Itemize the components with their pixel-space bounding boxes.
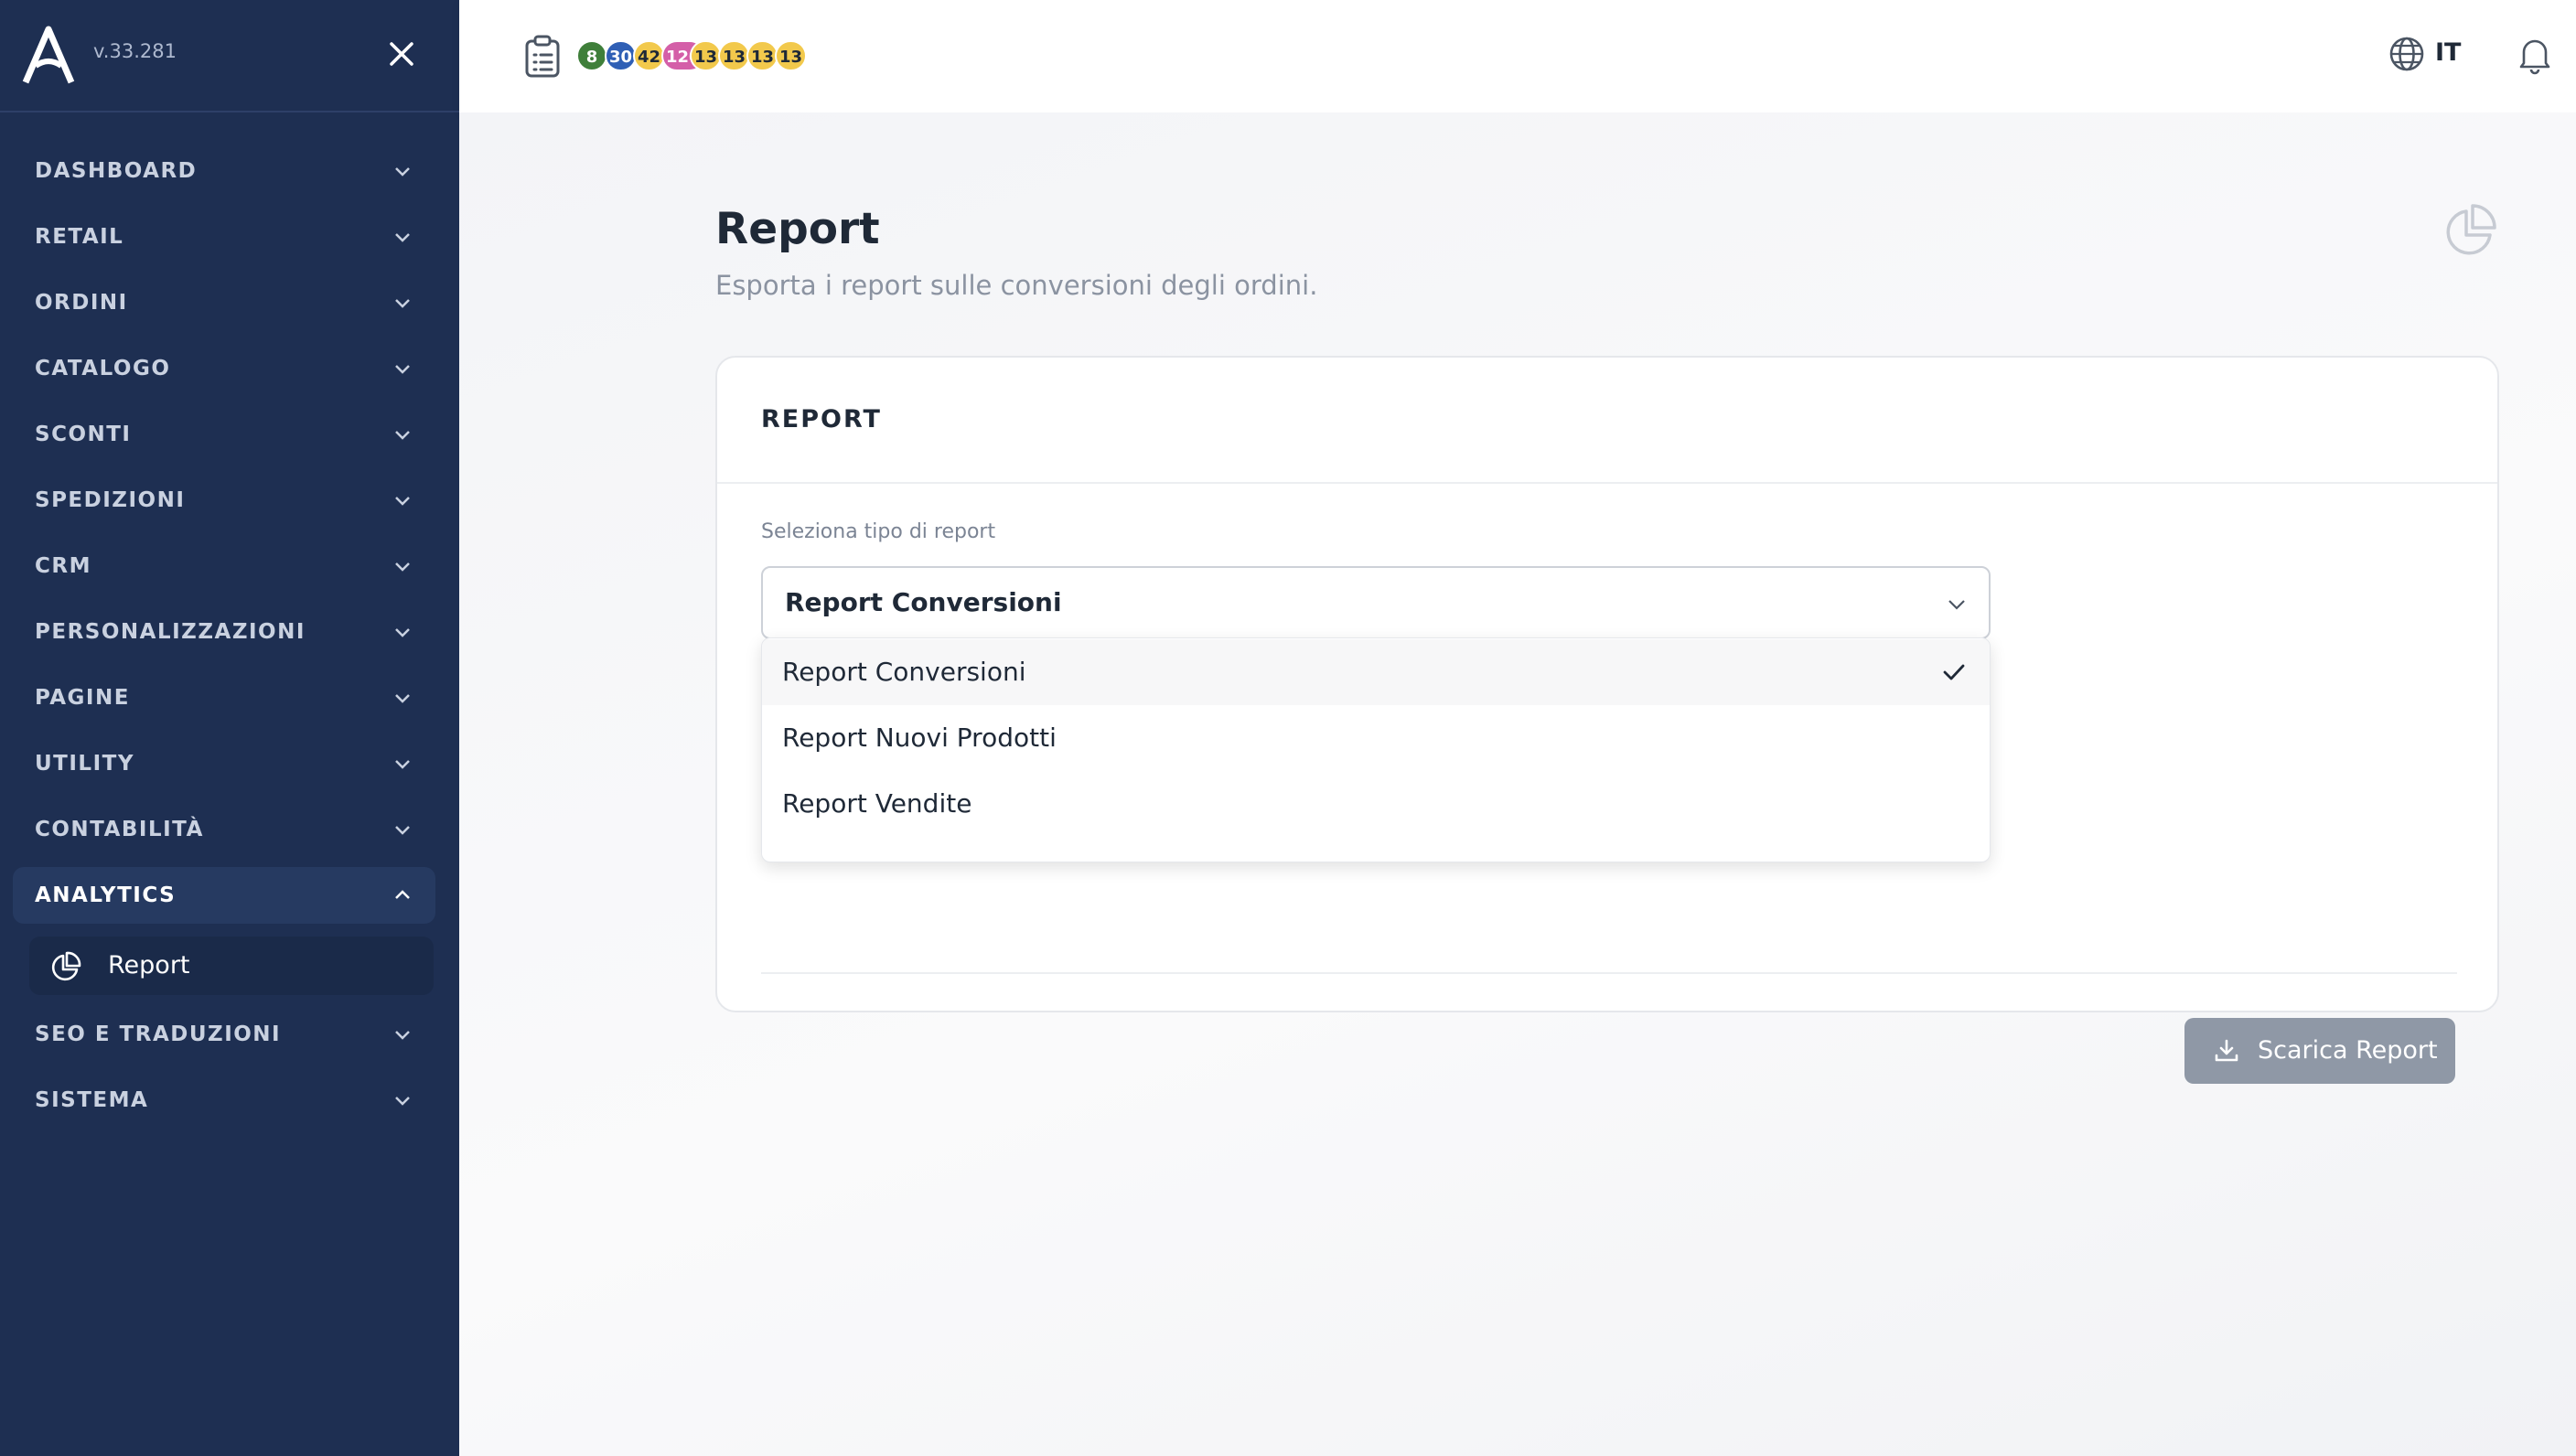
chevron-down-icon bbox=[395, 694, 410, 703]
sidebar-item-catalogo[interactable]: CATALOGO bbox=[13, 340, 435, 397]
sidebar-item-label: CATALOGO bbox=[35, 357, 171, 380]
sidebar-item-retail[interactable]: RETAIL bbox=[13, 209, 435, 265]
notification-badge[interactable]: 42 bbox=[633, 40, 666, 71]
sidebar-item-label: RETAIL bbox=[35, 225, 124, 249]
chevron-down-icon bbox=[395, 497, 410, 506]
chevron-down-icon bbox=[395, 431, 410, 440]
sidebar-item-utility[interactable]: UTILITY bbox=[13, 735, 435, 792]
topbar: 8 30 42 120 13 13 13 13 IT bbox=[459, 0, 2576, 112]
app-version: v.33.281 bbox=[93, 40, 177, 62]
sidebar-item-dashboard[interactable]: DASHBOARD bbox=[13, 143, 435, 199]
dropdown-option-report-vendite[interactable]: Report Vendite bbox=[762, 771, 1990, 837]
card-title: REPORT bbox=[761, 405, 882, 434]
sidebar-item-analytics[interactable]: ANALYTICS bbox=[13, 867, 435, 924]
sidebar-item-sconti[interactable]: SCONTI bbox=[13, 406, 435, 463]
sidebar-item-label: DASHBOARD bbox=[35, 159, 198, 183]
sidebar-item-crm[interactable]: CRM bbox=[13, 538, 435, 594]
close-icon[interactable] bbox=[386, 38, 417, 70]
chevron-down-icon bbox=[395, 1031, 410, 1040]
sidebar-item-label: SEO E TRADUZIONI bbox=[35, 1022, 282, 1046]
sidebar-item-label: ANALYTICS bbox=[35, 883, 177, 907]
select-value: Report Conversioni bbox=[785, 587, 1062, 617]
sidebar-subitem-report[interactable]: Report bbox=[29, 937, 434, 995]
sidebar-item-label: ORDINI bbox=[35, 291, 128, 315]
chevron-down-icon bbox=[395, 826, 410, 835]
language-selector[interactable]: IT bbox=[2435, 38, 2461, 67]
sidebar-item-contabilita[interactable]: CONTABILITÀ bbox=[13, 801, 435, 858]
sidebar-item-label: SPEDIZIONI bbox=[35, 488, 186, 512]
report-type-label: Seleziona tipo di report bbox=[761, 520, 996, 543]
sidebar: v.33.281 DASHBOARD RETAIL ORDINI CATALOG… bbox=[0, 0, 459, 1456]
sidebar-item-label: UTILITY bbox=[35, 752, 134, 776]
sidebar-item-label: PAGINE bbox=[35, 686, 130, 710]
sidebar-item-ordini[interactable]: ORDINI bbox=[13, 274, 435, 331]
globe-icon[interactable] bbox=[2388, 35, 2426, 73]
sidebar-subitem-label: Report bbox=[108, 951, 190, 980]
chevron-down-icon bbox=[395, 365, 410, 374]
option-label: Report Conversioni bbox=[782, 657, 1026, 687]
page-subtitle: Esporta i report sulle conversioni degli… bbox=[715, 270, 1318, 301]
download-icon bbox=[2215, 1039, 2238, 1062]
option-label: Report Nuovi Prodotti bbox=[782, 723, 1057, 753]
notification-badge[interactable]: 13 bbox=[718, 40, 751, 71]
check-icon bbox=[1943, 664, 1965, 680]
sidebar-item-label: CONTABILITÀ bbox=[35, 818, 204, 841]
chevron-down-icon bbox=[395, 233, 410, 242]
option-label: Report Vendite bbox=[782, 788, 972, 819]
divider bbox=[761, 972, 2457, 974]
dropdown-option-report-conversioni[interactable]: Report Conversioni bbox=[762, 639, 1990, 705]
sidebar-item-sistema[interactable]: SISTEMA bbox=[13, 1072, 435, 1129]
chevron-down-icon bbox=[395, 562, 410, 572]
chevron-up-icon bbox=[395, 890, 410, 899]
chevron-down-icon bbox=[395, 628, 410, 637]
chevron-down-icon bbox=[395, 167, 410, 177]
chevron-down-icon bbox=[395, 1097, 410, 1106]
sidebar-item-label: SISTEMA bbox=[35, 1088, 149, 1112]
notification-badge[interactable]: 13 bbox=[775, 40, 808, 71]
sidebar-item-pagine[interactable]: PAGINE bbox=[13, 669, 435, 726]
chevron-down-icon bbox=[1948, 600, 1965, 610]
report-type-dropdown: Report Conversioni Report Nuovi Prodotti… bbox=[761, 637, 1991, 862]
download-button-label: Scarica Report bbox=[2258, 1036, 2438, 1065]
sidebar-item-label: PERSONALIZZAZIONI bbox=[35, 620, 306, 644]
page-title: Report bbox=[715, 204, 880, 254]
notification-badge[interactable]: 13 bbox=[746, 40, 779, 71]
bell-icon[interactable] bbox=[2516, 35, 2554, 75]
chevron-down-icon bbox=[395, 299, 410, 308]
sidebar-header: v.33.281 bbox=[0, 0, 459, 112]
sidebar-item-personalizzazioni[interactable]: PERSONALIZZAZIONI bbox=[13, 604, 435, 660]
sidebar-item-spedizioni[interactable]: SPEDIZIONI bbox=[13, 472, 435, 529]
notification-badge[interactable]: 30 bbox=[605, 40, 638, 71]
sidebar-item-seo-e-traduzioni[interactable]: SEO E TRADUZIONI bbox=[13, 1006, 435, 1063]
notification-badge[interactable]: 13 bbox=[690, 40, 723, 71]
report-type-select[interactable]: Report Conversioni bbox=[761, 566, 1991, 639]
sidebar-item-label: CRM bbox=[35, 554, 91, 578]
logo-icon[interactable] bbox=[22, 26, 75, 84]
clipboard-icon[interactable] bbox=[523, 35, 562, 79]
chevron-down-icon bbox=[395, 760, 410, 769]
dropdown-option-report-nuovi-prodotti[interactable]: Report Nuovi Prodotti bbox=[762, 705, 1990, 771]
notification-badge[interactable]: 8 bbox=[576, 40, 607, 71]
pie-chart-icon bbox=[51, 951, 81, 981]
pie-chart-icon bbox=[2446, 204, 2496, 255]
sidebar-item-label: SCONTI bbox=[35, 423, 132, 446]
card-header: REPORT bbox=[717, 358, 2497, 484]
download-report-button[interactable]: Scarica Report bbox=[2184, 1018, 2455, 1084]
